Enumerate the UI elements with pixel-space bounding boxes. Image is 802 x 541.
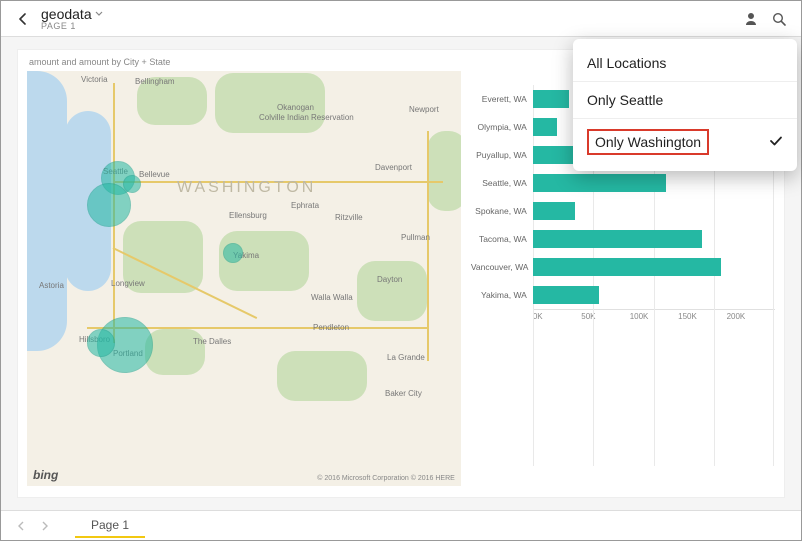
map-city-label: Newport: [409, 105, 439, 114]
app-header: geodata PAGE 1: [1, 1, 801, 37]
search-icon: [771, 11, 787, 27]
chevron-right-icon: [40, 521, 50, 531]
map-visual[interactable]: WASHINGTON Victoria Bellingham Okanogan …: [27, 71, 461, 486]
map-city-label: La Grande: [387, 353, 425, 362]
bar-label: Olympia, WA: [471, 122, 533, 132]
bar-label: Vancouver, WA: [471, 262, 533, 272]
bar-track: [533, 258, 775, 276]
menu-item-only-seattle[interactable]: Only Seattle: [573, 81, 797, 118]
map-bubble[interactable]: [87, 329, 115, 357]
page-tab-label: Page 1: [91, 518, 129, 532]
prev-page-button[interactable]: [11, 516, 31, 536]
menu-item-label: All Locations: [587, 55, 666, 71]
bar-label: Everett, WA: [471, 94, 533, 104]
map-viz-title: amount and amount by City + State: [29, 57, 170, 67]
menu-item-label: Only Washington: [587, 129, 709, 155]
bar-fill: [533, 230, 703, 248]
bar-track: [533, 286, 775, 304]
map-city-label: Bellevue: [139, 170, 170, 179]
menu-item-only-washington[interactable]: Only Washington: [573, 118, 797, 165]
bar-label: Seattle, WA: [471, 178, 533, 188]
chevron-left-icon: [16, 521, 26, 531]
map-city-label: Davenport: [375, 163, 412, 172]
role-filter-button[interactable]: [737, 5, 765, 33]
map-city-label: Ellensburg: [229, 211, 267, 220]
search-button[interactable]: [765, 5, 793, 33]
bar-track: [533, 230, 775, 248]
map-city-label: Walla Walla: [311, 293, 353, 302]
back-button[interactable]: [9, 5, 37, 33]
map-city-label: Ephrata: [291, 201, 319, 210]
title-block[interactable]: geodata PAGE 1: [41, 7, 103, 31]
page-tab[interactable]: Page 1: [75, 514, 145, 538]
person-badge-icon: [743, 11, 759, 27]
bar-fill: [533, 202, 575, 220]
map-city-label: Baker City: [385, 389, 422, 398]
bar-fill: [533, 90, 569, 108]
bar-label: Tacoma, WA: [471, 234, 533, 244]
bar-label: Puyallup, WA: [471, 150, 533, 160]
menu-item-all-locations[interactable]: All Locations: [573, 45, 797, 81]
bar-fill: [533, 118, 557, 136]
bar-label: Spokane, WA: [471, 206, 533, 216]
map-city-label: Victoria: [81, 75, 108, 84]
chevron-left-icon: [17, 13, 29, 25]
bar-fill: [533, 174, 666, 192]
bar-fill: [533, 258, 721, 276]
map-bubble[interactable]: [223, 243, 243, 263]
role-filter-menu: All Locations Only Seattle Only Washingt…: [573, 39, 797, 171]
chevron-down-icon: [95, 10, 103, 21]
bar-label: Yakima, WA: [471, 290, 533, 300]
map-city-label: Pullman: [401, 233, 430, 242]
state-label: WASHINGTON: [177, 179, 316, 197]
map-bubble[interactable]: [123, 175, 141, 193]
bar-track: [533, 202, 775, 220]
map-attribution: © 2016 Microsoft Corporation © 2016 HERE: [317, 475, 455, 482]
bar-fill: [533, 286, 600, 304]
bing-logo: bing: [33, 468, 58, 482]
page-subtitle: PAGE 1: [41, 22, 103, 31]
check-icon: [769, 134, 783, 151]
page-footer: Page 1: [1, 510, 801, 540]
map-city-label: Ritzville: [335, 213, 363, 222]
report-title: geodata: [41, 7, 92, 21]
menu-item-label: Only Seattle: [587, 92, 663, 108]
bar-track: [533, 174, 775, 192]
next-page-button[interactable]: [35, 516, 55, 536]
